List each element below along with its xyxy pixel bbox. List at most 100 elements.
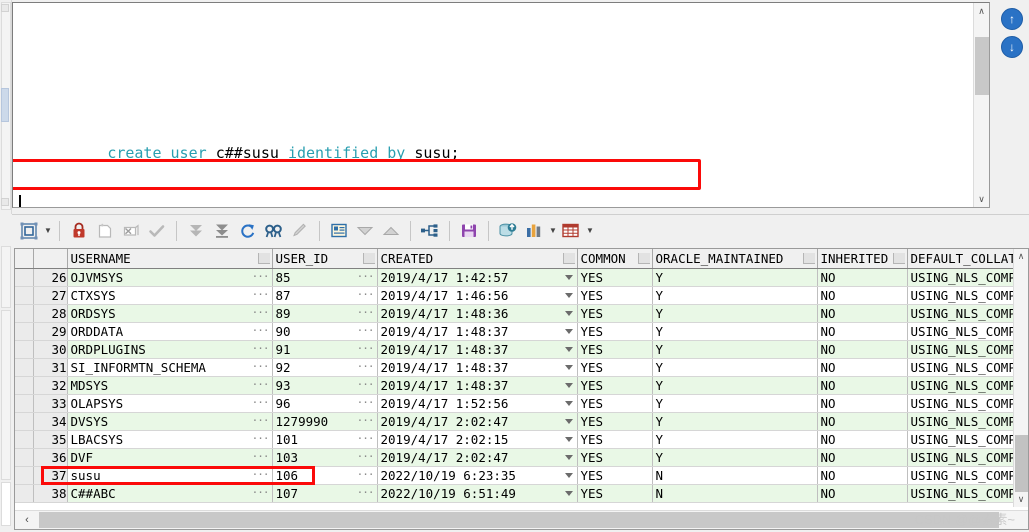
grid-layout-chevron-down-icon[interactable]: ▼ (585, 226, 595, 235)
cell-oracle_maintained[interactable]: N (652, 484, 818, 503)
cell-common[interactable]: YES (577, 466, 653, 485)
table-row[interactable]: 32 MDSYS ··· 93 ··· 2019/4/17 1:48:37 YES Y NO US… (15, 376, 1028, 395)
cell-user_id[interactable]: 91 ··· (272, 340, 378, 359)
cell-default_collation[interactable]: USING_NLS_COMP (907, 412, 1028, 431)
cell-editor-ellipsis-icon[interactable]: ··· (357, 414, 375, 427)
cell-editor-ellipsis-icon[interactable]: ··· (357, 306, 375, 319)
cell-common[interactable]: YES (577, 358, 653, 377)
cell-user_id[interactable]: 103 ··· (272, 448, 378, 467)
column-resize-grip-username[interactable] (257, 253, 270, 264)
cell-created[interactable]: 2019/4/17 1:48:37 (377, 340, 578, 359)
cell-editor-ellipsis-icon[interactable]: ··· (252, 396, 270, 409)
sql-code-content[interactable]: create user c##susu identified by susu; … (13, 3, 973, 207)
cell-editor-ellipsis-icon[interactable]: ··· (357, 324, 375, 337)
cell-user_id[interactable]: 92 ··· (272, 358, 378, 377)
cell-inherited[interactable]: NO (817, 466, 908, 485)
cell-default_collation[interactable]: USING_NLS_COMP (907, 358, 1028, 377)
object-view-chevron-down-icon[interactable]: ▼ (43, 226, 53, 235)
row-number-cell[interactable]: 31 (33, 358, 68, 377)
row-select-cell[interactable] (15, 304, 34, 323)
cell-username[interactable]: ORDPLUGINS ··· (67, 340, 273, 359)
cell-chevron-down-icon[interactable] (564, 454, 573, 460)
cell-oracle_maintained[interactable]: Y (652, 358, 818, 377)
cell-oracle_maintained[interactable]: Y (652, 412, 818, 431)
table-row[interactable]: 37 susu ··· 106 ··· 2022/10/19 6:23:35 YES N NO U… (15, 466, 1028, 485)
cell-created[interactable]: 2019/4/17 1:48:36 (377, 304, 578, 323)
cell-user_id[interactable]: 96 ··· (272, 394, 378, 413)
cell-inherited[interactable]: NO (817, 376, 908, 395)
cell-editor-ellipsis-icon[interactable]: ··· (357, 450, 375, 463)
cell-editor-ellipsis-icon[interactable]: ··· (252, 270, 270, 283)
cell-user_id[interactable]: 93 ··· (272, 376, 378, 395)
row-select-cell[interactable] (15, 430, 34, 449)
find-icon[interactable] (262, 218, 286, 244)
next-statement-button[interactable]: ↓ (1001, 36, 1023, 58)
cell-chevron-down-icon[interactable] (564, 436, 573, 442)
row-number-cell[interactable]: 30 (33, 340, 68, 359)
cell-username[interactable]: OLAPSYS ··· (67, 394, 273, 413)
cell-inherited[interactable]: NO (817, 412, 908, 431)
editor-vertical-scrollbar[interactable]: ∧ ∨ (973, 3, 989, 207)
row-number-cell[interactable]: 33 (33, 394, 68, 413)
table-row[interactable]: 26 OJVMSYS ··· 85 ··· 2019/4/17 1:42:57 YES Y NO… (15, 268, 1028, 287)
cell-username[interactable]: DVSYS ··· (67, 412, 273, 431)
cell-default_collation[interactable]: USING_NLS_COMP (907, 268, 1028, 287)
table-row[interactable]: 33 OLAPSYS ··· 96 ··· 2019/4/17 1:52:56 YES Y NO… (15, 394, 1028, 413)
row-number-cell[interactable]: 36 (33, 448, 68, 467)
grid-vertical-scrollbar[interactable]: ∧ ∨ (1013, 249, 1028, 507)
cell-user_id[interactable]: 101 ··· (272, 430, 378, 449)
cell-oracle_maintained[interactable]: N (652, 466, 818, 485)
column-header-common[interactable]: COMMON (577, 249, 653, 269)
cell-common[interactable]: YES (577, 430, 653, 449)
row-number-cell[interactable]: 29 (33, 322, 68, 341)
cell-inherited[interactable]: NO (817, 286, 908, 305)
cell-common[interactable]: YES (577, 304, 653, 323)
cell-common[interactable]: YES (577, 484, 653, 503)
cell-chevron-down-icon[interactable] (564, 382, 573, 388)
cell-oracle_maintained[interactable]: Y (652, 376, 818, 395)
cell-username[interactable]: CTXSYS ··· (67, 286, 273, 305)
cell-chevron-down-icon[interactable] (564, 400, 573, 406)
row-select-cell[interactable] (15, 394, 34, 413)
column-header-user-id[interactable]: USER_ID (272, 249, 378, 269)
cell-created[interactable]: 2019/4/17 1:46:56 (377, 286, 578, 305)
cell-user_id[interactable]: 107 ··· (272, 484, 378, 503)
previous-statement-button[interactable]: ↑ (1001, 8, 1023, 30)
cell-user_id[interactable]: 90 ··· (272, 322, 378, 341)
cell-editor-ellipsis-icon[interactable]: ··· (252, 468, 270, 481)
editor-left-minibar-down[interactable] (1, 198, 9, 206)
cell-default_collation[interactable]: USING_NLS_COMP (907, 304, 1028, 323)
cell-created[interactable]: 2019/4/17 1:42:57 (377, 268, 578, 287)
cell-username[interactable]: MDSYS ··· (67, 376, 273, 395)
cell-oracle_maintained[interactable]: Y (652, 430, 818, 449)
column-resize-grip-oracle-maintained[interactable] (802, 253, 815, 264)
cell-default_collation[interactable]: USING_NLS_COMP (907, 322, 1028, 341)
column-header-default-collation[interactable]: DEFAULT_COLLATION (907, 249, 1028, 269)
cell-editor-ellipsis-icon[interactable]: ··· (252, 342, 270, 355)
cell-username[interactable]: OJVMSYS ··· (67, 268, 273, 287)
cell-chevron-down-icon[interactable] (564, 310, 573, 316)
cell-common[interactable]: YES (577, 268, 653, 287)
cell-inherited[interactable]: NO (817, 340, 908, 359)
cell-default_collation[interactable]: USING_NLS_COMP (907, 376, 1028, 395)
cell-editor-ellipsis-icon[interactable]: ··· (357, 486, 375, 499)
row-number-cell[interactable]: 34 (33, 412, 68, 431)
cell-default_collation[interactable]: USING_NLS_COMP (907, 340, 1028, 359)
cell-editor-ellipsis-icon[interactable]: ··· (252, 306, 270, 319)
row-select-cell[interactable] (15, 322, 34, 341)
cell-oracle_maintained[interactable]: Y (652, 286, 818, 305)
grid-scroll-left-button[interactable]: ‹ (17, 512, 37, 528)
cell-created[interactable]: 2019/4/17 1:52:56 (377, 394, 578, 413)
table-row[interactable]: 27 CTXSYS ··· 87 ··· 2019/4/17 1:46:56 YES Y NO U… (15, 286, 1028, 305)
row-select-cell[interactable] (15, 340, 34, 359)
cell-editor-ellipsis-icon[interactable]: ··· (357, 270, 375, 283)
cell-editor-ellipsis-icon[interactable]: ··· (252, 288, 270, 301)
header-corner-select[interactable] (15, 249, 34, 269)
chart-chevron-down-icon[interactable]: ▼ (548, 226, 558, 235)
cell-user_id[interactable]: 1279990 ··· (272, 412, 378, 431)
cell-default_collation[interactable]: USING_NLS_COMP (907, 448, 1028, 467)
cell-editor-ellipsis-icon[interactable]: ··· (357, 468, 375, 481)
cell-user_id[interactable]: 89 ··· (272, 304, 378, 323)
cell-editor-ellipsis-icon[interactable]: ··· (252, 378, 270, 391)
cell-oracle_maintained[interactable]: Y (652, 322, 818, 341)
